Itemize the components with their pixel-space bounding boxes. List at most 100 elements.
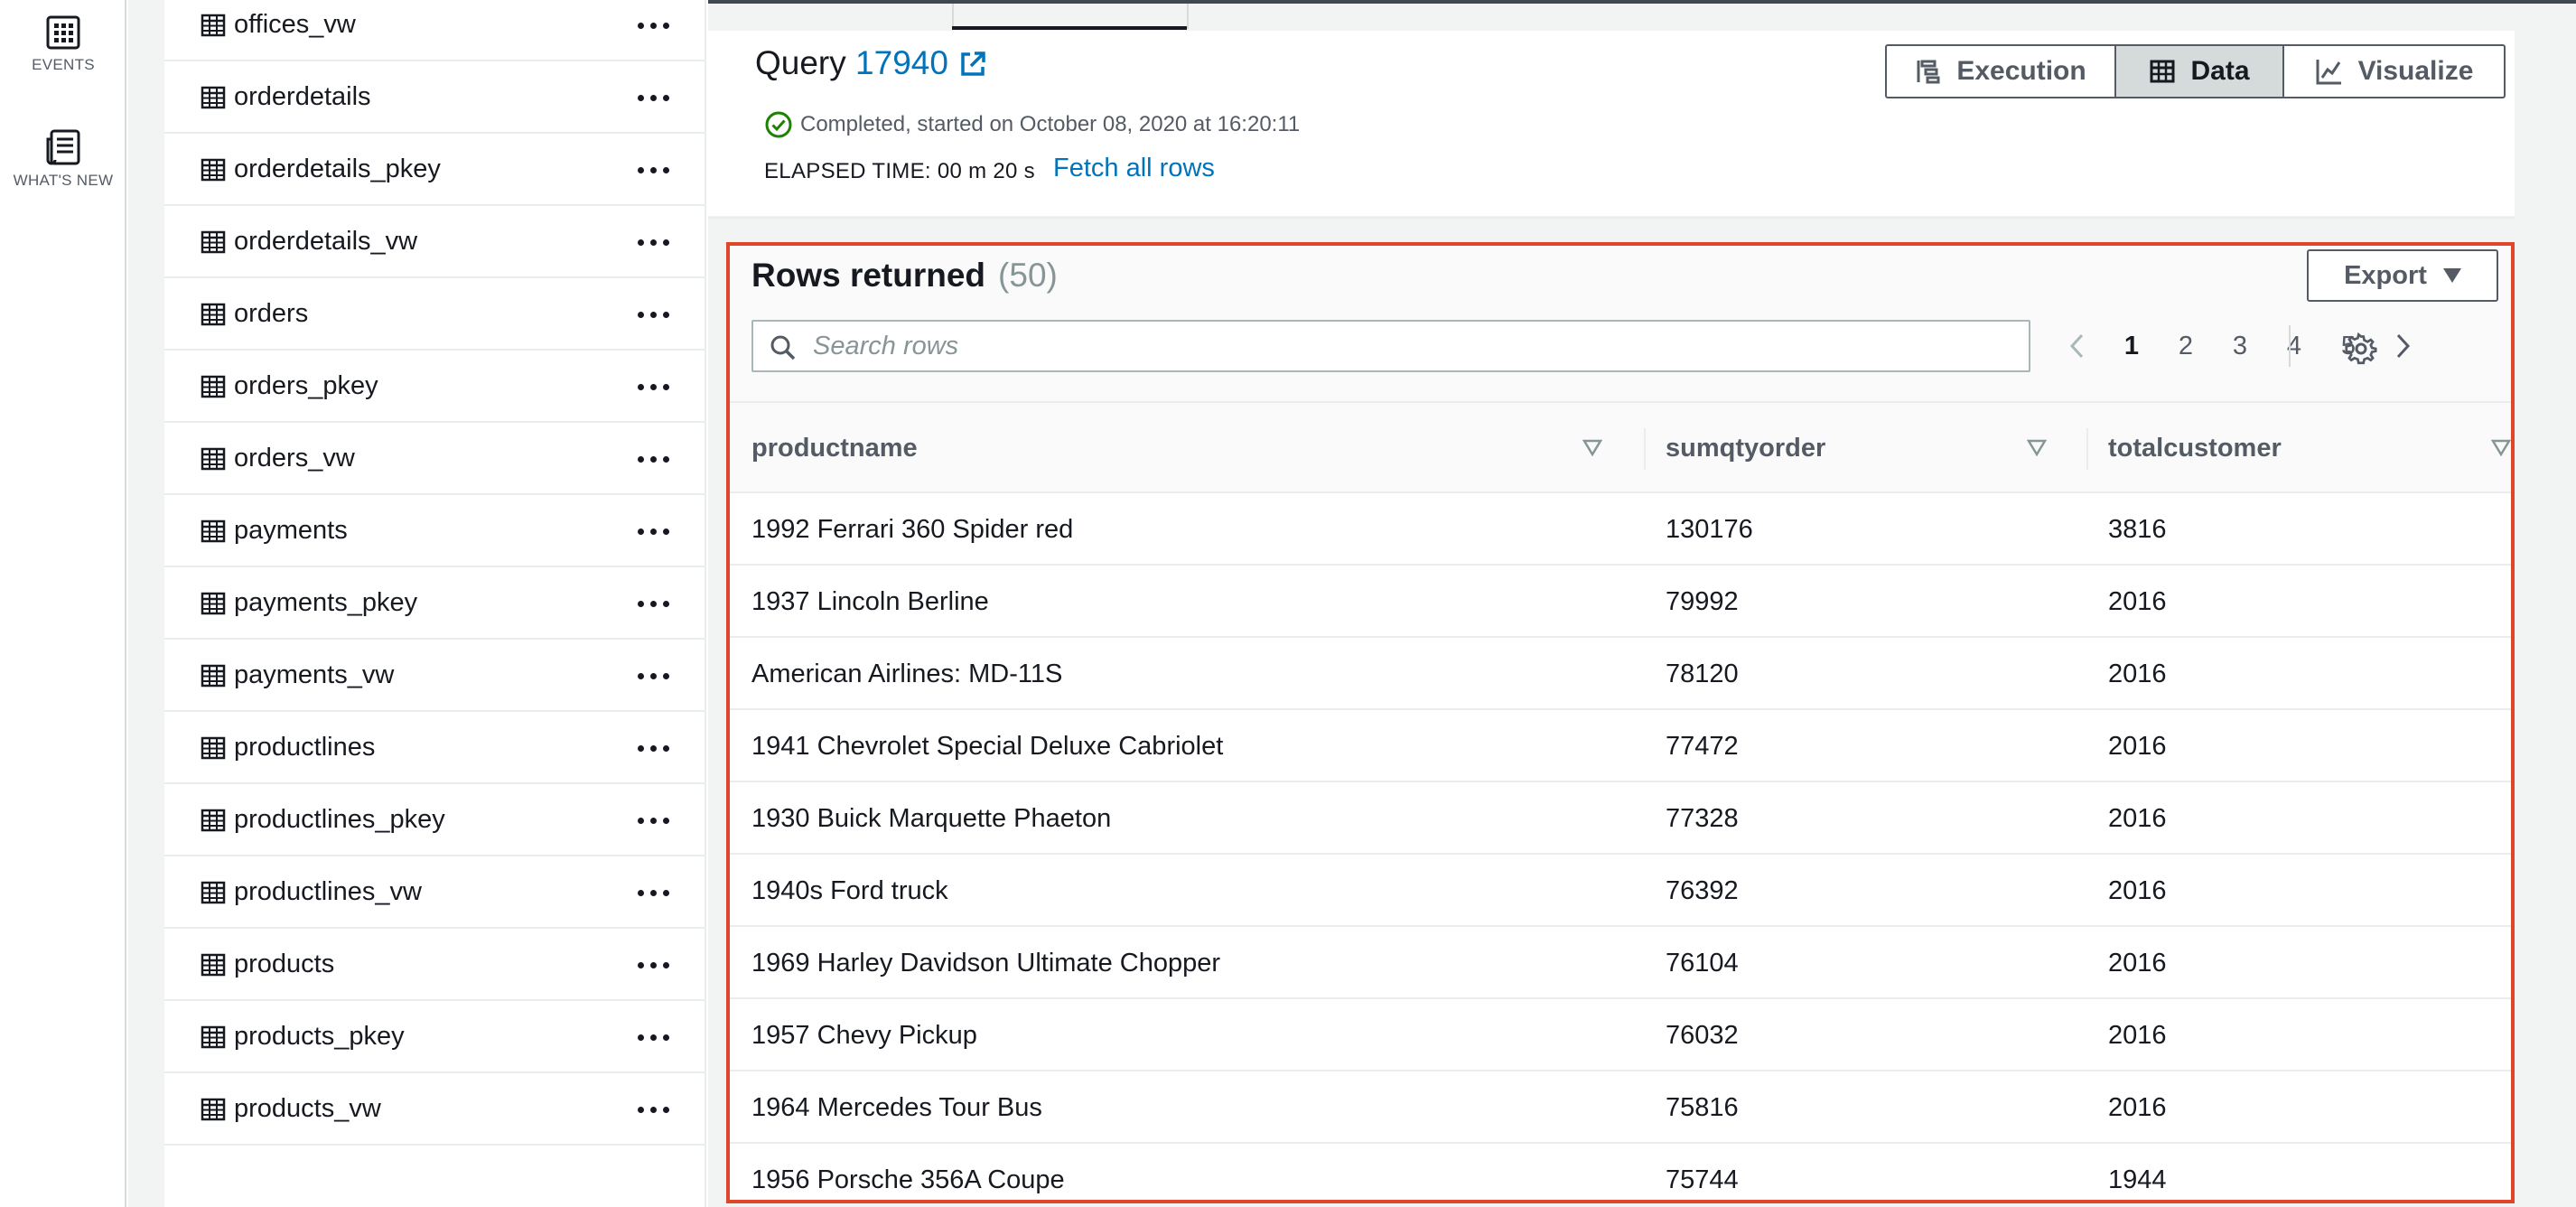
cell-sumqtyorder: 75816 [1666, 1093, 1739, 1122]
search-icon [770, 335, 796, 360]
table-list-item[interactable]: products_vw [164, 1073, 705, 1146]
table-list-item[interactable]: orders_vw [164, 423, 705, 495]
table-icon [201, 592, 226, 615]
cell-sumqtyorder: 77328 [1666, 804, 1739, 833]
table-row: 1969 Harley Davidson Ultimate Chopper 761… [730, 927, 2511, 999]
previous-page-button[interactable] [2050, 332, 2105, 360]
column-header-productname[interactable]: productname [751, 403, 1666, 493]
table-icon [201, 809, 226, 832]
data-label: Data [2190, 56, 2250, 86]
table-icon [201, 158, 226, 182]
cell-totalcustomer: 3816 [2108, 515, 2167, 544]
sort-triangle-icon[interactable] [2027, 439, 2047, 457]
column-header-totalcustomer[interactable]: totalcustomer [2108, 403, 2511, 493]
table-list-item[interactable]: productlines_pkey [164, 784, 705, 856]
more-actions-icon[interactable] [636, 1100, 672, 1118]
sort-triangle-icon[interactable] [2491, 439, 2511, 457]
export-button[interactable]: Export [2307, 249, 2498, 302]
gear-icon[interactable] [2345, 332, 2377, 365]
more-actions-icon[interactable] [636, 378, 672, 396]
table-list-item[interactable]: orderdetails [164, 61, 705, 134]
table-list-item[interactable]: offices_vw [164, 0, 705, 61]
rail-item-whats-new[interactable]: WHAT'S NEW [0, 128, 126, 190]
more-actions-icon[interactable] [636, 956, 672, 974]
more-actions-icon[interactable] [636, 811, 672, 829]
row-count: (50) [998, 257, 1058, 294]
column-header-label: totalcustomer [2108, 433, 2282, 463]
page-4-button[interactable]: 4 [2267, 332, 2321, 361]
column-header-sumqtyorder[interactable]: sumqtyorder [1666, 403, 2110, 493]
table-name: orders_pkey [234, 370, 378, 400]
table-row: 1941 Chevrolet Special Deluxe Cabriolet 7… [730, 710, 2511, 782]
table-row: 1940s Ford truck 76392 2016 [730, 855, 2511, 927]
table-list-item[interactable]: payments [164, 495, 705, 567]
cell-sumqtyorder: 130176 [1666, 515, 1753, 544]
execution-button[interactable]: Execution [1885, 44, 2116, 98]
table-list-item[interactable]: orders_pkey [164, 351, 705, 423]
export-label: Export [2344, 260, 2427, 290]
table-name: orders [234, 298, 309, 328]
app-root: EVENTS WHAT'S NEW offices_vw orderdetails… [0, 0, 2576, 1207]
rail-item-events[interactable]: EVENTS [0, 14, 126, 74]
tab-divider [952, 4, 954, 29]
table-list-item[interactable]: productlines [164, 712, 705, 784]
sort-triangle-icon[interactable] [1582, 439, 1602, 457]
more-actions-icon[interactable] [636, 233, 672, 251]
query-id-link[interactable]: 17940 [855, 44, 948, 81]
more-actions-icon[interactable] [636, 667, 672, 685]
table-row: 1992 Ferrari 360 Spider red 130176 3816 [730, 493, 2511, 566]
page-2-button[interactable]: 2 [2159, 332, 2213, 361]
table-list-item[interactable]: orderdetails_pkey [164, 134, 705, 206]
pagination-divider [2289, 325, 2291, 367]
more-actions-icon[interactable] [636, 522, 672, 540]
execution-label: Execution [1956, 56, 2086, 86]
more-actions-icon[interactable] [636, 16, 672, 34]
more-actions-icon[interactable] [636, 161, 672, 179]
column-header-label: productname [751, 433, 918, 463]
more-actions-icon[interactable] [636, 89, 672, 107]
table-row: 1957 Chevy Pickup 76032 2016 [730, 999, 2511, 1071]
table-list-item[interactable]: orders [164, 278, 705, 351]
more-actions-icon[interactable] [636, 594, 672, 613]
query-label: Query [755, 44, 846, 81]
more-actions-icon[interactable] [636, 884, 672, 902]
table-icon [201, 1098, 226, 1121]
table-list-item[interactable]: orderdetails_vw [164, 206, 705, 278]
table-icon [201, 953, 226, 977]
rows-returned-heading: Rows returned (50) [751, 257, 1058, 295]
more-actions-icon[interactable] [636, 305, 672, 323]
caret-down-icon [2442, 268, 2461, 283]
table-list-item[interactable]: payments_vw [164, 640, 705, 712]
page-3-button[interactable]: 3 [2213, 332, 2267, 361]
external-link-icon[interactable] [957, 49, 988, 80]
table-name: payments [234, 515, 348, 545]
search-input[interactable] [813, 329, 2005, 363]
query-status: Completed, started on October 08, 2020 a… [764, 110, 1300, 139]
next-page-button[interactable] [2375, 332, 2430, 360]
table-list-item[interactable]: productlines_vw [164, 856, 705, 929]
tab-divider [1187, 4, 1189, 29]
data-button[interactable]: Data [2114, 44, 2284, 98]
more-actions-icon[interactable] [636, 739, 672, 757]
rows-returned-label: Rows returned [751, 257, 986, 294]
table-list-item[interactable]: products_pkey [164, 1001, 705, 1073]
table-icon [201, 86, 226, 109]
chevron-right-icon [2396, 333, 2411, 359]
table-icon [201, 736, 226, 760]
fetch-all-rows-link[interactable]: Fetch all rows [1053, 154, 1215, 183]
line-chart-icon [2316, 60, 2341, 85]
more-actions-icon[interactable] [636, 450, 672, 468]
search-rows-field[interactable] [751, 320, 2030, 372]
table-list-item[interactable]: payments_pkey [164, 567, 705, 640]
more-actions-icon[interactable] [636, 1028, 672, 1046]
cell-productname: 1937 Lincoln Berline [751, 587, 989, 616]
cell-sumqtyorder: 76032 [1666, 1021, 1739, 1050]
page-1-button[interactable]: 1 [2105, 332, 2159, 361]
table-icon [201, 375, 226, 398]
table-name: orders_vw [234, 443, 355, 473]
visualize-button[interactable]: Visualize [2282, 44, 2506, 98]
cell-sumqtyorder: 76392 [1666, 876, 1739, 905]
results-table-card: Rows returned(50) Export 12345 [726, 242, 2515, 1203]
table-list-item[interactable]: products [164, 929, 705, 1001]
rail-item-label: EVENTS [32, 56, 95, 73]
